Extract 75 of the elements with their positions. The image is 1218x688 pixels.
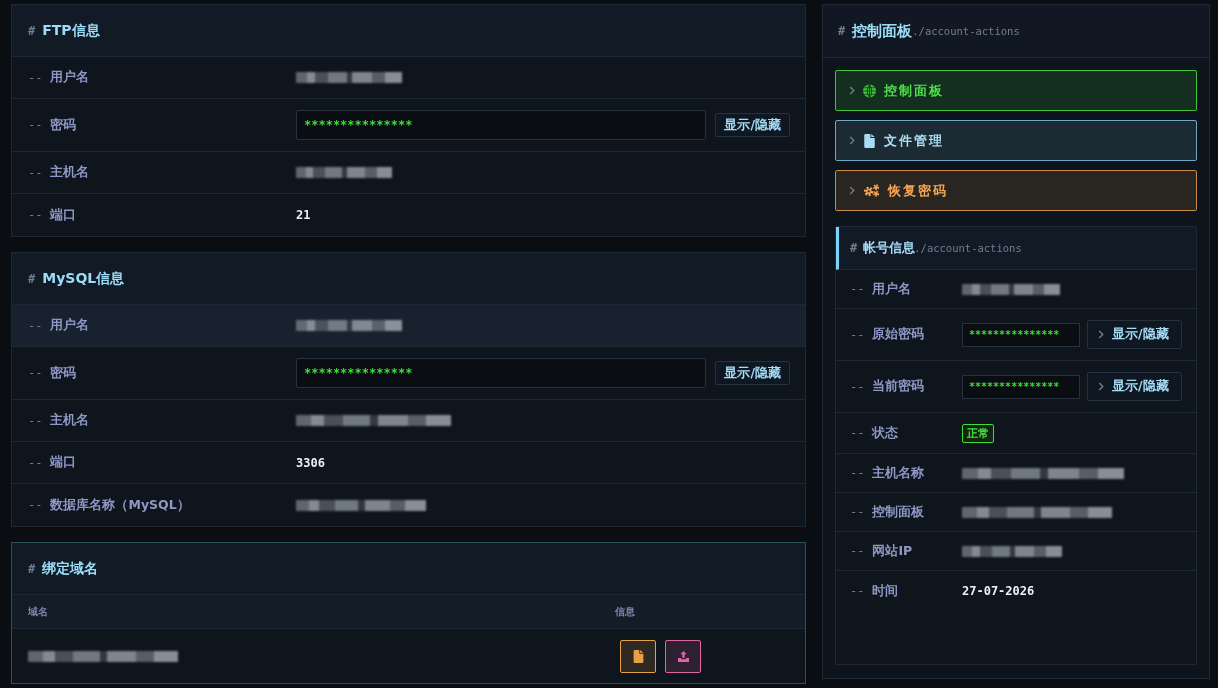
field-label: 端口 <box>50 454 77 471</box>
hash-mark: # <box>28 23 36 38</box>
field-label: 端口 <box>50 206 77 224</box>
status-badge: 正常 <box>962 423 994 443</box>
field-label: 主机名 <box>50 412 90 429</box>
hash-mark: # <box>28 271 36 286</box>
chevron-icon <box>849 136 855 145</box>
action-button[interactable]: 文件管理 <box>835 120 1197 161</box>
row-prefix: -- <box>28 366 43 380</box>
chevron-icon <box>1098 330 1104 339</box>
field-value: 3306 <box>296 455 325 470</box>
row-prefix: -- <box>850 282 865 296</box>
row-prefix: -- <box>28 118 43 132</box>
action-button[interactable]: 恢复密码 <box>835 170 1197 211</box>
row-prefix: -- <box>850 466 865 480</box>
row-prefix: -- <box>28 165 43 180</box>
document-button[interactable] <box>620 639 656 673</box>
show-hide-button[interactable]: 显示/隐藏 <box>715 113 790 137</box>
field-value: 27-07-2026 <box>962 584 1035 598</box>
field-label: 当前密码 <box>872 378 925 395</box>
field-label: 用户名 <box>50 317 90 334</box>
field-label: 主机名称 <box>872 464 925 482</box>
field-label: 时间 <box>872 582 899 600</box>
column-header: 域名 <box>27 604 49 619</box>
field-label: 控制面板 <box>872 503 925 521</box>
row-prefix: -- <box>850 584 865 598</box>
row-prefix: -- <box>28 455 43 470</box>
password-field[interactable]: *************** <box>296 358 707 388</box>
card-title: FTP信息 <box>42 21 100 40</box>
password-field[interactable]: *************** <box>962 374 1080 399</box>
field-label: 数据库名称（MySQL） <box>50 496 190 514</box>
row-prefix: -- <box>850 379 865 394</box>
row-prefix: -- <box>850 327 865 342</box>
show-hide-button[interactable]: 显示/隐藏 <box>1087 320 1182 349</box>
row-prefix: -- <box>28 413 43 428</box>
hash-mark: # <box>850 241 858 255</box>
field-label: 用户名 <box>872 280 912 298</box>
show-hide-button[interactable]: 显示/隐藏 <box>715 361 790 385</box>
path-text: ./account-actions <box>914 242 1022 254</box>
gears-icon <box>863 184 880 197</box>
chevron-icon <box>849 86 855 95</box>
row-prefix: -- <box>850 505 865 519</box>
field-label: 主机名 <box>50 164 90 181</box>
field-label: 原始密码 <box>872 326 925 343</box>
hash-mark: # <box>838 24 846 38</box>
column-header: 信息 <box>615 604 636 619</box>
document-icon <box>632 649 644 663</box>
field-label: 用户名 <box>50 69 90 86</box>
panel-title: 控制面板 <box>852 21 913 41</box>
row-prefix: -- <box>28 318 43 333</box>
card-title: MySQL信息 <box>42 269 125 288</box>
field-label: 网站IP <box>872 542 913 560</box>
chevron-icon <box>849 186 855 195</box>
row-prefix: -- <box>28 208 43 222</box>
hash-mark: # <box>28 561 36 576</box>
field-label: 状态 <box>872 424 899 442</box>
show-hide-button[interactable]: 显示/隐藏 <box>1087 372 1182 401</box>
path-text: ./account-actions <box>912 25 1020 37</box>
field-value: 21 <box>296 208 311 222</box>
row-prefix: -- <box>28 70 43 85</box>
row-prefix: -- <box>28 498 43 512</box>
field-label: 密码 <box>50 364 77 382</box>
field-label: 密码 <box>50 116 77 134</box>
upload-icon <box>677 649 689 663</box>
card-title: 帐号信息 <box>863 239 916 257</box>
globe-icon <box>863 83 876 98</box>
document-icon <box>863 133 876 148</box>
chevron-icon <box>1098 382 1104 391</box>
password-field[interactable]: *************** <box>296 110 707 140</box>
action-button[interactable]: 控制面板 <box>835 70 1197 111</box>
card-title: 绑定域名 <box>42 559 99 578</box>
row-prefix: -- <box>850 426 865 440</box>
password-field[interactable]: *************** <box>962 322 1080 347</box>
upload-button[interactable] <box>665 639 701 673</box>
row-prefix: -- <box>850 544 865 558</box>
